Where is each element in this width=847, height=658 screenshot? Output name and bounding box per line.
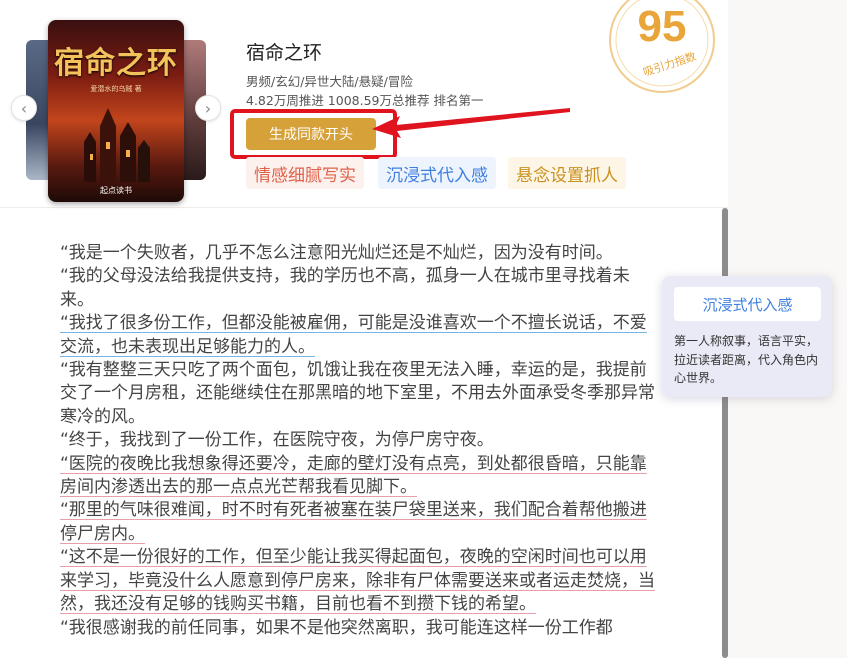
book-cover[interactable]: 宿命之环 爱潜水的乌贼 著 起点读书 [48, 20, 184, 202]
paragraph: “我有整整三天只吃了两个面包，饥饿让我在夜里无法入睡，幸运的是，我提前交了一个月… [60, 360, 655, 427]
chevron-left-icon: ‹ [20, 98, 28, 118]
book-title: 宿命之环 [246, 42, 323, 64]
annotation-arrow-icon [372, 108, 570, 138]
paragraph-highlighted-emotion[interactable]: “医院的夜晚比我想象得还要冷，走廊的壁灯没有点亮，到处都很昏暗，只能靠房间内渗透… [60, 453, 660, 500]
cover-publisher: 起点读书 [100, 186, 132, 195]
generate-similar-opening-button[interactable]: 生成同款开头 [246, 118, 376, 150]
cover-author: 爱潜水的乌贼 著 [90, 85, 142, 93]
tag-emotion[interactable]: 情感细腻写实 [246, 157, 364, 189]
chevron-right-icon: › [204, 98, 212, 118]
tooltip-description: 第一人称叙事，语言平实，拉近读者距离，代入角色内心世界。 [674, 334, 819, 385]
paragraph: “我是一个失败者，几乎不怎么注意阳光灿烂还是不灿烂，因为没有时间。 [60, 243, 613, 263]
cover-title: 宿命之环 [54, 46, 178, 81]
paragraph: “终于，我找到了一份工作，在医院守夜，为停尸房守夜。 [60, 430, 494, 451]
tooltip-title: 沉浸式代入感 [674, 287, 821, 321]
score-value: 95 [637, 2, 687, 51]
book-header: 宿命之环 爱潜水的乌贼 著 起点读书 ‹ › 宿命之环 男频/玄幻/异世大陆/悬… [0, 0, 728, 208]
tag-tooltip: 沉浸式代入感 第一人称叙事，语言平实，拉近读者距离，代入角色内心世界。 [662, 276, 832, 397]
book-genre: 男频/玄幻/异世大陆/悬疑/冒险 [246, 74, 413, 89]
paragraph-highlighted-emotion[interactable]: “这不是一份很好的工作，但至少能让我买得起面包，夜晚的空闲时间也可以用来学习，毕… [60, 546, 660, 616]
tag-suspense[interactable]: 悬念设置抓人 [508, 157, 626, 189]
paragraph-highlighted-immersion[interactable]: “我找了很多份工作，但都没能被雇佣，可能是没谁喜欢一个不擅长说话，不爱交流，也未… [60, 312, 660, 359]
paragraph-highlighted-emotion[interactable]: “那里的气味很难闻，时不时有死者被塞在装尸袋里送来，我们配合着帮他搬进停尸房内。 [60, 499, 660, 546]
paragraph: “我的父母没法给我提供支持，我的学历也不高，孤身一人在城市里寻找着未来。 [60, 266, 630, 310]
attraction-score-badge: 95 吸引力指数 [606, 0, 718, 96]
paragraph: “我很感谢我的前任同事，如果不是他突然离职，我可能连这样一份工作都 [60, 617, 613, 638]
excerpt-text: “我是一个失败者，几乎不怎么注意阳光灿烂还是不灿烂，因为没有时间。 “我的父母没… [60, 242, 660, 640]
next-book-button[interactable]: › [195, 95, 221, 121]
castle-illustration [84, 108, 150, 182]
cover-carousel: 宿命之环 爱潜水的乌贼 著 起点读书 [10, 20, 222, 202]
prev-book-button[interactable]: ‹ [11, 95, 37, 121]
tag-immersion[interactable]: 沉浸式代入感 [378, 157, 496, 189]
